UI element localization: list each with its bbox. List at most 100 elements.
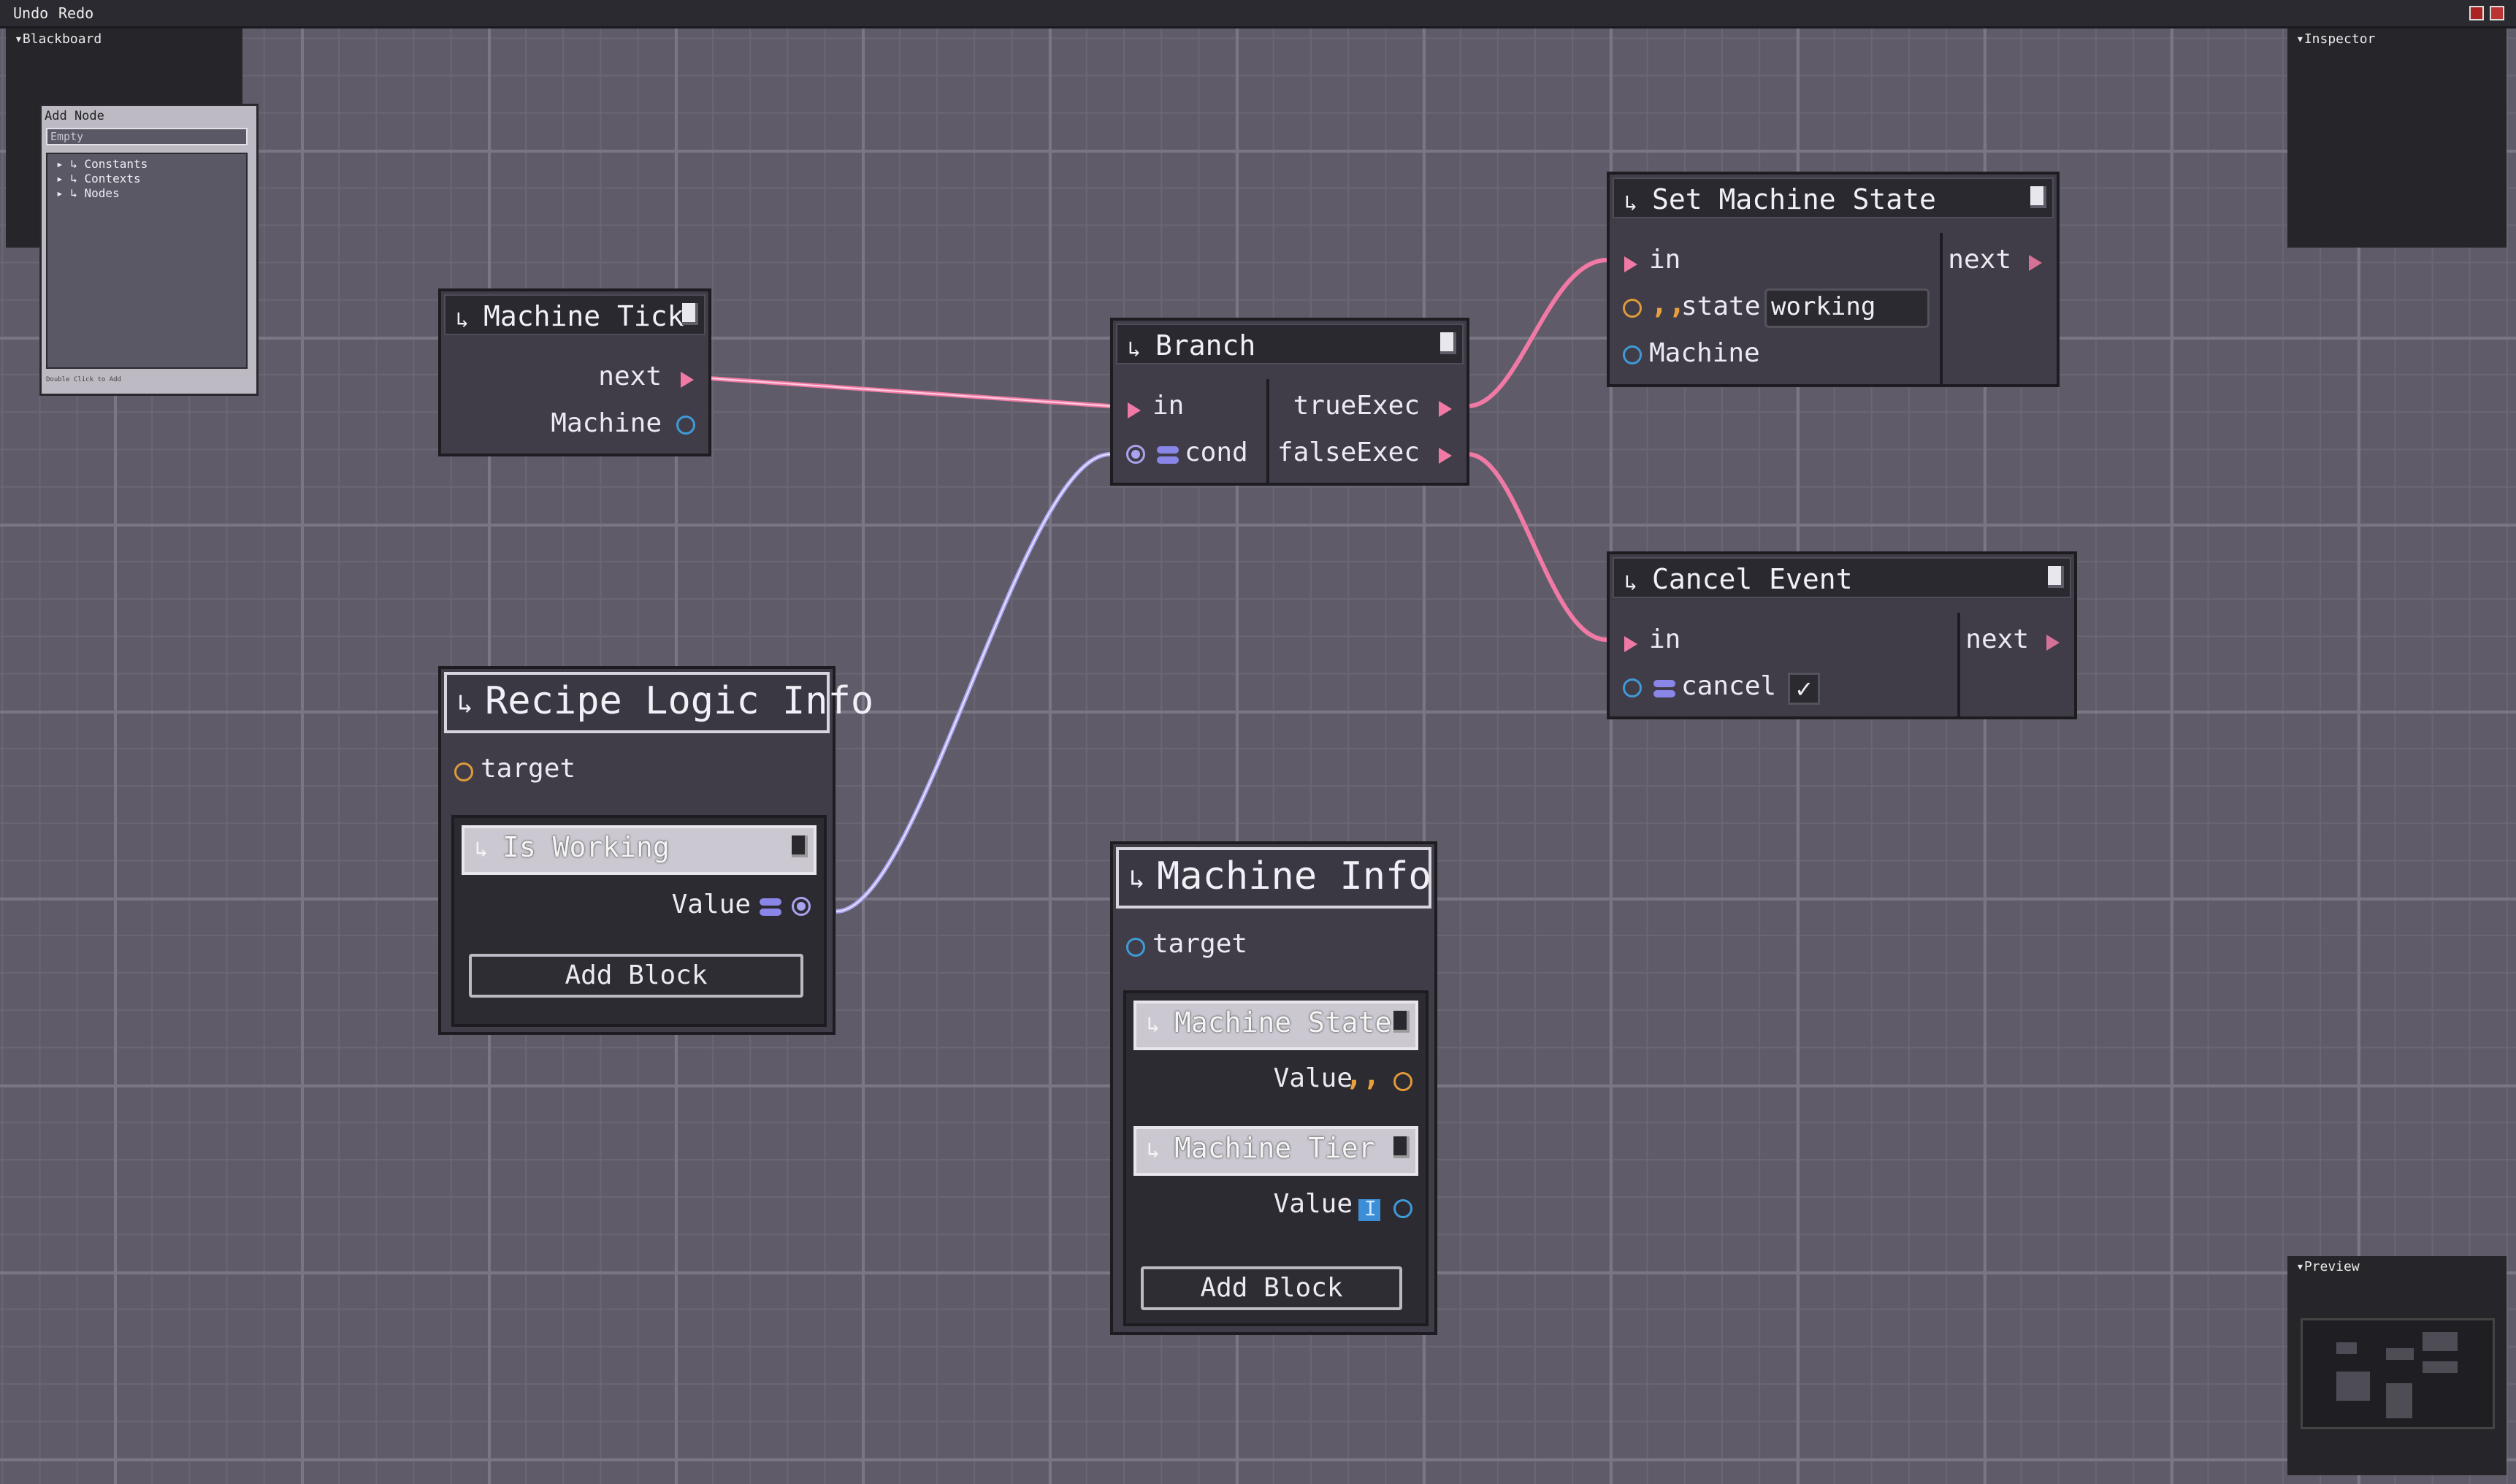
inspector-panel: ▾Inspector [2287,28,2507,248]
node-header[interactable]: ↳ Branch [1116,324,1464,364]
port-label-cancel: cancel [1681,671,1777,701]
add-node-popup: Add Node Empty ▸ ↳ Constants ▸ ↳ Context… [39,104,259,396]
add-node-title: Add Node [45,109,104,123]
node-header[interactable]: ↳ Set Machine State [1613,177,2054,218]
state-value-input[interactable]: working [1764,288,1930,328]
node-machine-info[interactable]: ↳ Machine Info target ↳ Machine State Va… [1110,841,1437,1335]
node-title: Recipe Logic Info [485,679,874,723]
string-in-port-icon[interactable] [1623,299,1642,318]
exec-in-port-icon[interactable] [1624,636,1637,652]
bool-type-icon [760,898,781,916]
add-node-footer: Double Click to Add [46,376,121,383]
bool-in-port-icon[interactable] [1126,445,1145,464]
node-title: Set Machine State [1652,183,1936,215]
node-header[interactable]: ↳ Cancel Event [1613,557,2071,598]
node-pin-icon[interactable] [2030,186,2046,208]
node-cancel-event[interactable]: ↳ Cancel Event in cancel ✓ next [1607,551,2077,719]
bool-in-port-icon[interactable] [1623,678,1642,697]
add-block-button[interactable]: Add Block [1141,1266,1402,1310]
block-pin-icon[interactable] [1393,1136,1410,1158]
block-header-machine-state[interactable]: ↳ Machine State [1133,1001,1418,1050]
node-icon: ↳ [1624,570,1638,596]
block-icon: ↳ [1147,1138,1161,1163]
node-header[interactable]: ↳ Recipe Logic Info [444,672,873,733]
string-type-icon: ,, [1345,1059,1380,1093]
bool-type-icon [1157,446,1179,464]
node-icon: ↳ [456,307,470,333]
port-label-next: next [1965,624,2029,654]
exec-out-port-icon[interactable] [1439,448,1452,464]
node-icon: ↳ [1624,191,1638,216]
object-out-port-icon[interactable] [676,416,695,435]
block-title: Is Working [502,831,670,863]
exec-out-port-icon[interactable] [1439,401,1452,417]
node-header[interactable]: ↳ Machine Info [1116,847,1431,909]
node-machine-tick[interactable]: ↳ Machine Tick next Machine [438,288,711,456]
port-label-value: Value [671,890,751,919]
node-title: Branch [1155,329,1256,362]
window-restore-icon[interactable] [2469,6,2484,20]
node-pin-icon[interactable] [1440,332,1456,354]
port-label-machine: Machine [551,408,662,438]
block-header-is-working[interactable]: ↳ Is Working [462,825,817,875]
preview-title[interactable]: ▾Preview [2296,1259,2360,1274]
block-pin-icon[interactable] [1393,1011,1410,1033]
exec-out-port-icon[interactable] [681,372,694,388]
block-icon: ↳ [1147,1012,1161,1038]
int-out-port-icon[interactable] [1393,1199,1412,1218]
string-type-icon: ,, [1651,287,1686,321]
object-in-port-icon[interactable] [1623,345,1642,364]
node-pin-icon[interactable] [2048,566,2064,588]
node-header[interactable]: ↳ Machine Tick [444,294,706,335]
node-icon: ↳ [1128,337,1142,362]
list-item-constants[interactable]: ▸ ↳ Constants [56,157,148,171]
undo-button[interactable]: Undo [10,3,51,23]
add-block-button[interactable]: Add Block [469,954,803,998]
exec-out-port-icon[interactable] [2029,255,2042,271]
exec-in-port-icon[interactable] [1624,256,1637,272]
port-label-falseexec: falseExec [1277,437,1420,467]
inspector-title[interactable]: ▾Inspector [2296,31,2375,47]
port-label-cond: cond [1185,437,1248,467]
port-label-in: in [1649,245,1681,275]
node-icon: ↳ [457,689,473,719]
port-label-target: target [481,754,576,784]
node-recipe-logic-info[interactable]: ↳ Recipe Logic Info target ↳ Is Working … [438,666,873,1035]
block-header-machine-tier[interactable]: ↳ Machine Tier [1133,1126,1418,1176]
list-item-nodes[interactable]: ▸ ↳ Nodes [56,186,120,200]
port-label-trueexec: trueExec [1293,391,1420,421]
node-branch[interactable]: ↳ Branch in cond trueExec falseExec [1110,318,1469,486]
exec-in-port-icon[interactable] [1128,402,1141,418]
port-label-in: in [1152,391,1185,421]
node-icon: ↳ [1129,865,1145,895]
int-type-icon [1358,1196,1380,1221]
preview-minimap[interactable] [2301,1318,2495,1429]
port-label-next: next [1948,245,2011,275]
redo-button[interactable]: Redo [56,3,96,23]
port-label-value: Value [1273,1189,1353,1219]
exec-out-port-icon[interactable] [2046,635,2060,651]
bool-out-port-icon[interactable] [792,897,811,916]
node-pin-icon[interactable] [682,303,698,325]
node-title: Machine Tick [483,300,684,332]
node-title: Machine Info [1157,854,1431,898]
object-in-port-icon[interactable] [454,762,473,781]
port-label-state: state [1681,291,1761,321]
add-node-list[interactable]: ▸ ↳ Constants ▸ ↳ Contexts ▸ ↳ Nodes [46,153,248,369]
port-label-in: in [1649,624,1681,654]
block-pin-icon[interactable] [792,835,808,857]
bool-type-icon [1653,680,1675,697]
block-title: Machine Tier [1174,1132,1375,1164]
port-label-next: next [598,362,662,391]
node-set-machine-state[interactable]: ↳ Set Machine State in ,, state working … [1607,172,2060,387]
port-label-value: Value [1273,1063,1353,1093]
cancel-checkbox[interactable]: ✓ [1788,673,1820,705]
object-in-port-icon[interactable] [1126,938,1145,957]
block-container: ↳ Is Working Value Add Block [451,815,827,1027]
blackboard-title[interactable]: ▾Blackboard [15,31,102,47]
add-node-search-input[interactable]: Empty [46,128,248,145]
list-item-contexts[interactable]: ▸ ↳ Contexts [56,172,141,186]
string-out-port-icon[interactable] [1393,1072,1412,1091]
port-label-machine: Machine [1649,338,1760,368]
window-close-icon[interactable] [2490,6,2504,20]
